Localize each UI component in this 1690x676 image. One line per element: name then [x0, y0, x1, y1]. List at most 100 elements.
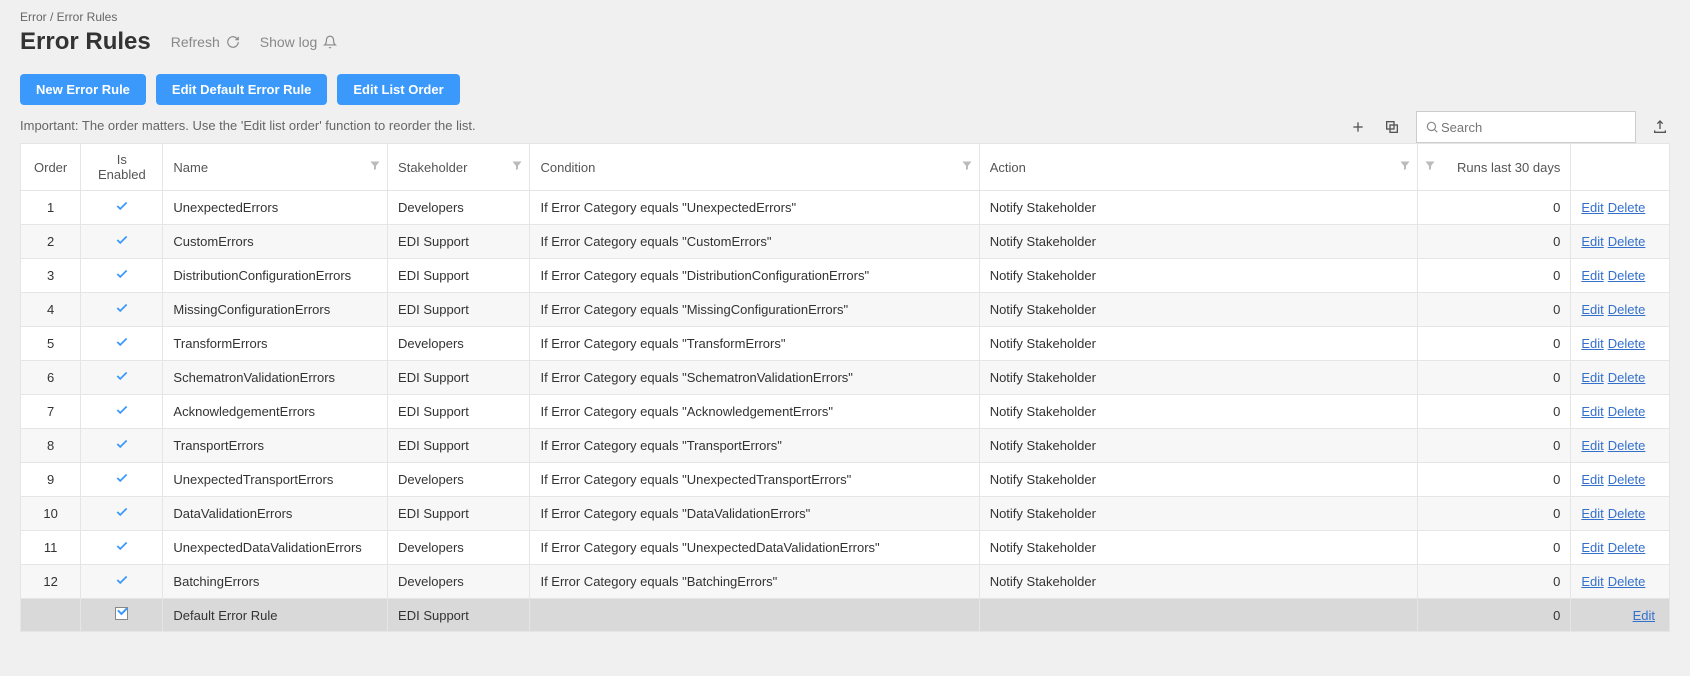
cell-condition	[530, 599, 979, 632]
copy-icon[interactable]	[1382, 117, 1402, 137]
edit-link[interactable]: Edit	[1581, 506, 1603, 521]
filter-icon[interactable]	[1399, 160, 1411, 175]
search-input[interactable]	[1439, 119, 1627, 136]
cell-action	[979, 599, 1417, 632]
edit-link[interactable]: Edit	[1581, 336, 1603, 351]
cell-ops: Edit	[1571, 599, 1670, 632]
show-log-label: Show log	[260, 34, 318, 50]
check-icon	[115, 405, 129, 420]
edit-link[interactable]: Edit	[1581, 200, 1603, 215]
edit-list-order-button[interactable]: Edit List Order	[337, 74, 459, 105]
delete-link[interactable]: Delete	[1608, 404, 1646, 419]
table-row[interactable]: 5TransformErrorsDevelopersIf Error Categ…	[21, 327, 1670, 361]
edit-link[interactable]: Edit	[1581, 574, 1603, 589]
edit-default-rule-button[interactable]: Edit Default Error Rule	[156, 74, 327, 105]
col-action-header[interactable]: Action	[979, 144, 1417, 191]
error-rules-table: Order Is Enabled Name Stakeholder Condit…	[20, 143, 1670, 632]
edit-link[interactable]: Edit	[1581, 472, 1603, 487]
edit-link[interactable]: Edit	[1581, 404, 1603, 419]
checkbox-icon[interactable]	[115, 607, 128, 620]
edit-link[interactable]: Edit	[1581, 268, 1603, 283]
cell-ops: Edit Delete	[1571, 395, 1670, 429]
cell-runs: 0	[1417, 395, 1570, 429]
col-stakeholder-header[interactable]: Stakeholder	[388, 144, 530, 191]
col-runs-label: Runs last 30 days	[1457, 160, 1560, 175]
cell-enabled	[81, 361, 163, 395]
edit-link[interactable]: Edit	[1581, 438, 1603, 453]
table-row[interactable]: 3DistributionConfigurationErrorsEDI Supp…	[21, 259, 1670, 293]
edit-link[interactable]: Edit	[1581, 234, 1603, 249]
table-row[interactable]: 7AcknowledgementErrorsEDI SupportIf Erro…	[21, 395, 1670, 429]
refresh-action[interactable]: Refresh	[171, 34, 240, 50]
cell-name: AcknowledgementErrors	[163, 395, 388, 429]
delete-link[interactable]: Delete	[1608, 472, 1646, 487]
col-stakeholder-label: Stakeholder	[398, 160, 467, 175]
edit-link[interactable]: Edit	[1581, 540, 1603, 555]
delete-link[interactable]: Delete	[1608, 336, 1646, 351]
cell-name: TransportErrors	[163, 429, 388, 463]
delete-link[interactable]: Delete	[1608, 506, 1646, 521]
cell-stakeholder: EDI Support	[388, 429, 530, 463]
check-icon	[115, 371, 129, 386]
delete-link[interactable]: Delete	[1608, 574, 1646, 589]
table-row[interactable]: 4MissingConfigurationErrorsEDI SupportIf…	[21, 293, 1670, 327]
table-row[interactable]: 12BatchingErrorsDevelopersIf Error Categ…	[21, 565, 1670, 599]
cell-order: 6	[21, 361, 81, 395]
cell-enabled	[81, 225, 163, 259]
cell-ops: Edit Delete	[1571, 293, 1670, 327]
search-box[interactable]	[1416, 111, 1636, 143]
new-error-rule-button[interactable]: New Error Rule	[20, 74, 146, 105]
edit-link[interactable]: Edit	[1581, 370, 1603, 385]
table-row[interactable]: 9UnexpectedTransportErrorsDevelopersIf E…	[21, 463, 1670, 497]
col-name-header[interactable]: Name	[163, 144, 388, 191]
delete-link[interactable]: Delete	[1608, 370, 1646, 385]
cell-order	[21, 599, 81, 632]
cell-action: Notify Stakeholder	[979, 565, 1417, 599]
cell-stakeholder: Developers	[388, 191, 530, 225]
delete-link[interactable]: Delete	[1608, 200, 1646, 215]
breadcrumb[interactable]: Error / Error Rules	[20, 10, 1670, 24]
col-condition-header[interactable]: Condition	[530, 144, 979, 191]
table-row[interactable]: 10DataValidationErrorsEDI SupportIf Erro…	[21, 497, 1670, 531]
cell-condition: If Error Category equals "UnexpectedErro…	[530, 191, 979, 225]
export-icon[interactable]	[1650, 117, 1670, 137]
cell-name: UnexpectedErrors	[163, 191, 388, 225]
table-row-default[interactable]: Default Error RuleEDI Support0Edit	[21, 599, 1670, 632]
add-icon[interactable]	[1348, 117, 1368, 137]
col-runs-header[interactable]: Runs last 30 days	[1417, 144, 1570, 191]
cell-runs: 0	[1417, 225, 1570, 259]
filter-icon[interactable]	[961, 160, 973, 175]
edit-link[interactable]: Edit	[1633, 608, 1655, 623]
delete-link[interactable]: Delete	[1608, 540, 1646, 555]
cell-order: 7	[21, 395, 81, 429]
delete-link[interactable]: Delete	[1608, 268, 1646, 283]
show-log-action[interactable]: Show log	[260, 34, 338, 50]
cell-condition: If Error Category equals "UnexpectedTran…	[530, 463, 979, 497]
col-enabled-header[interactable]: Is Enabled	[81, 144, 163, 191]
cell-name: DataValidationErrors	[163, 497, 388, 531]
table-row[interactable]: 1UnexpectedErrorsDevelopersIf Error Cate…	[21, 191, 1670, 225]
delete-link[interactable]: Delete	[1608, 234, 1646, 249]
check-icon	[115, 269, 129, 284]
cell-condition: If Error Category equals "TransportError…	[530, 429, 979, 463]
cell-ops: Edit Delete	[1571, 565, 1670, 599]
filter-icon[interactable]	[369, 160, 381, 175]
table-row[interactable]: 6SchematronValidationErrorsEDI SupportIf…	[21, 361, 1670, 395]
edit-link[interactable]: Edit	[1581, 302, 1603, 317]
delete-link[interactable]: Delete	[1608, 438, 1646, 453]
table-row[interactable]: 8TransportErrorsEDI SupportIf Error Cate…	[21, 429, 1670, 463]
cell-order: 3	[21, 259, 81, 293]
table-row[interactable]: 2CustomErrorsEDI SupportIf Error Categor…	[21, 225, 1670, 259]
cell-enabled	[81, 497, 163, 531]
cell-condition: If Error Category equals "DataValidation…	[530, 497, 979, 531]
col-ops-header	[1571, 144, 1670, 191]
delete-link[interactable]: Delete	[1608, 302, 1646, 317]
cell-stakeholder: EDI Support	[388, 293, 530, 327]
check-icon	[115, 473, 129, 488]
cell-action: Notify Stakeholder	[979, 463, 1417, 497]
table-row[interactable]: 11UnexpectedDataValidationErrorsDevelope…	[21, 531, 1670, 565]
cell-ops: Edit Delete	[1571, 259, 1670, 293]
filter-icon[interactable]	[511, 160, 523, 175]
col-order-header[interactable]: Order	[21, 144, 81, 191]
filter-icon[interactable]	[1424, 160, 1436, 175]
